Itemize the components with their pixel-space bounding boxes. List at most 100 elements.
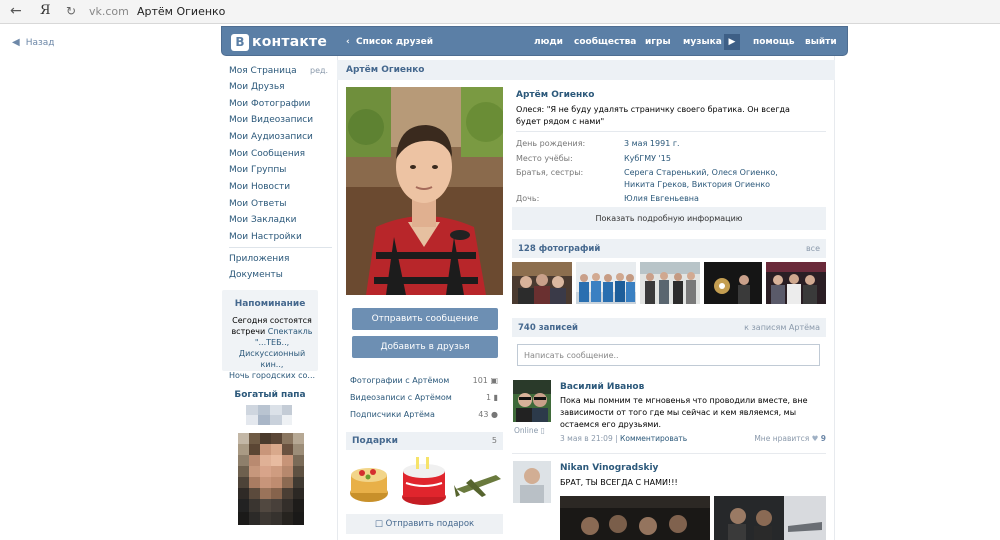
photos-header[interactable]: 128 фотографий все — [512, 239, 826, 258]
menu-documents[interactable]: Документы — [229, 270, 283, 280]
mobile-icon: ▯ — [540, 426, 545, 435]
gifts-count: 5 — [491, 436, 497, 445]
post-text: Пока мы помним те мгновенья что проводил… — [560, 396, 808, 429]
menu-my-friends[interactable]: Мои Друзья — [229, 82, 285, 92]
show-details-button[interactable]: Показать подробную информацию — [512, 207, 826, 230]
siblings-label: Братья, сестры: — [516, 168, 584, 177]
profile-status[interactable]: Олеся: "Я не буду удалять страничку свое… — [516, 104, 816, 128]
daughter-label: Дочь: — [516, 194, 540, 203]
vk-logo-text: контакте — [252, 34, 328, 50]
vk-logo-icon: В — [231, 33, 249, 51]
gifts-images[interactable] — [346, 455, 503, 507]
gifts-title: Подарки — [352, 436, 398, 446]
wall-link[interactable]: к записям Артёма — [744, 323, 820, 332]
gifts-header[interactable]: Подарки 5 — [346, 432, 503, 450]
photo-thumbnail[interactable] — [704, 262, 762, 304]
photos-title: 128 фотографий — [518, 244, 601, 254]
photo-thumbnail[interactable] — [512, 262, 572, 304]
browser-toolbar: ← Я ↻ vk.com Артём Огиенко — [0, 0, 1000, 24]
menu-people[interactable]: люди — [534, 27, 563, 57]
event-link[interactable]: Спектакль — [268, 327, 313, 336]
post-photo[interactable] — [560, 496, 710, 540]
reminder-title: Напоминание — [234, 299, 306, 309]
photo-thumbnail[interactable] — [766, 262, 826, 304]
menu-my-groups[interactable]: Мои Группы — [229, 165, 286, 175]
pixelated-ad-photo[interactable] — [238, 433, 304, 525]
post-meta: 3 мая в 21:09 | Комментировать — [560, 434, 688, 443]
yandex-logo[interactable]: Я — [40, 3, 51, 18]
post-photo[interactable] — [714, 496, 826, 540]
pixelated-ad-image[interactable] — [246, 405, 292, 425]
photos-with-link[interactable]: Фотографии с Артёмом 101 ▣ — [350, 376, 498, 385]
wall-header[interactable]: 740 записей к записям Артёма — [512, 318, 826, 337]
url-page-title[interactable]: Артём Огиенко — [137, 5, 225, 18]
followers-link[interactable]: Подписчики Артёма 43 ● — [350, 410, 498, 419]
send-message-button[interactable]: Отправить сообщение — [352, 308, 498, 330]
post-author-name[interactable]: Василий Иванов — [560, 382, 644, 392]
profile-name: Артём Огиенко — [516, 90, 595, 100]
birthday-label: День рождения: — [516, 139, 586, 148]
gift-icon: □ — [374, 519, 383, 529]
page-title: Артём Огиенко — [346, 65, 425, 75]
info-divider — [516, 131, 826, 132]
siblings-value[interactable]: Серега Старенький, Олеся Огиенко, Никита… — [624, 167, 809, 191]
post-author-name[interactable]: Nikan Vinogradskiy — [560, 463, 658, 473]
vk-logo[interactable]: В контакте — [231, 33, 327, 51]
play-icon[interactable]: ▶ — [724, 34, 740, 50]
menu-logout[interactable]: выйти — [805, 27, 837, 57]
menu-games[interactable]: игры — [645, 27, 671, 57]
post-text: БРАТ, ТЫ ВСЕГДА С НАМИ!!! — [560, 478, 678, 487]
menu-my-messages[interactable]: Мои Сообщения — [229, 149, 305, 159]
photos-all-link[interactable]: все — [806, 244, 820, 253]
site-header: В контакте ‹ Список друзей люди сообщест… — [221, 26, 848, 56]
chevron-left-icon: ◀ — [12, 37, 20, 48]
wall-title: 740 записей — [518, 323, 578, 333]
like-count: 9 — [820, 434, 826, 443]
menu-help[interactable]: помощь — [753, 27, 795, 57]
comment-link[interactable]: Комментировать — [620, 434, 687, 443]
video-icon: ▮ — [493, 393, 498, 402]
menu-my-page[interactable]: Моя Страница — [229, 66, 297, 76]
post-author-avatar[interactable] — [513, 461, 551, 503]
menu-my-settings[interactable]: Мои Настройки — [229, 232, 302, 242]
photo-thumbnail[interactable] — [640, 262, 700, 304]
ad-title[interactable]: Богатый папа — [222, 390, 318, 400]
add-friend-button[interactable]: Добавить в друзья — [352, 336, 498, 358]
like-button[interactable]: Мне нравится ♥ 9 — [754, 434, 826, 443]
menu-apps[interactable]: Приложения — [229, 254, 289, 264]
send-gift-button[interactable]: □ Отправить подарок — [346, 514, 503, 534]
post-divider — [512, 453, 826, 454]
post-date[interactable]: 3 мая в 21:09 — [560, 434, 613, 443]
friends-list-link[interactable]: ‹ Список друзей — [346, 37, 433, 47]
study-label: Место учёбы: — [516, 154, 573, 163]
menu-my-photos[interactable]: Мои Фотографии — [229, 99, 310, 109]
photo-thumbnail[interactable] — [576, 262, 636, 304]
reload-icon[interactable]: ↻ — [66, 4, 76, 18]
edit-link[interactable]: ред. — [310, 66, 328, 75]
online-status: Online ▯ — [514, 426, 545, 435]
back-link[interactable]: ◀ Назад — [12, 37, 55, 48]
videos-with-link[interactable]: Видеозаписи с Артёмом 1 ▮ — [350, 393, 498, 402]
post-author-avatar[interactable] — [513, 380, 551, 422]
browser-back-icon[interactable]: ← — [10, 3, 22, 19]
profile-avatar[interactable] — [346, 87, 503, 295]
menu-divider — [229, 247, 332, 248]
followers-icon: ● — [491, 410, 498, 419]
page-title-bar: Артём Огиенко — [337, 60, 835, 80]
menu-my-bookmarks[interactable]: Мои Закладки — [229, 215, 296, 225]
birthday-value[interactable]: 3 мая 1991 г. — [624, 138, 824, 150]
menu-my-audio[interactable]: Мои Аудиозаписи — [229, 132, 313, 142]
daughter-value[interactable]: Юлия Евгеньевна — [624, 193, 824, 205]
menu-music[interactable]: музыка — [683, 27, 722, 57]
menu-my-videos[interactable]: Мои Видеозаписи — [229, 115, 313, 125]
wall-post-input[interactable]: Написать сообщение.. — [517, 344, 820, 366]
reminder-text: Сегодня состоятся встречи Спектакль "...… — [228, 316, 316, 380]
menu-my-news[interactable]: Мои Новости — [229, 182, 290, 192]
reminder-box: Напоминание Сегодня состоятся встречи Сп… — [222, 290, 318, 380]
study-value[interactable]: КубГМУ '15 — [624, 153, 824, 165]
camera-icon: ▣ — [490, 376, 498, 385]
menu-my-answers[interactable]: Мои Ответы — [229, 199, 287, 209]
menu-communities[interactable]: сообщества — [574, 27, 636, 57]
url-domain[interactable]: vk.com — [89, 5, 129, 18]
heart-icon: ♥ — [811, 434, 819, 443]
